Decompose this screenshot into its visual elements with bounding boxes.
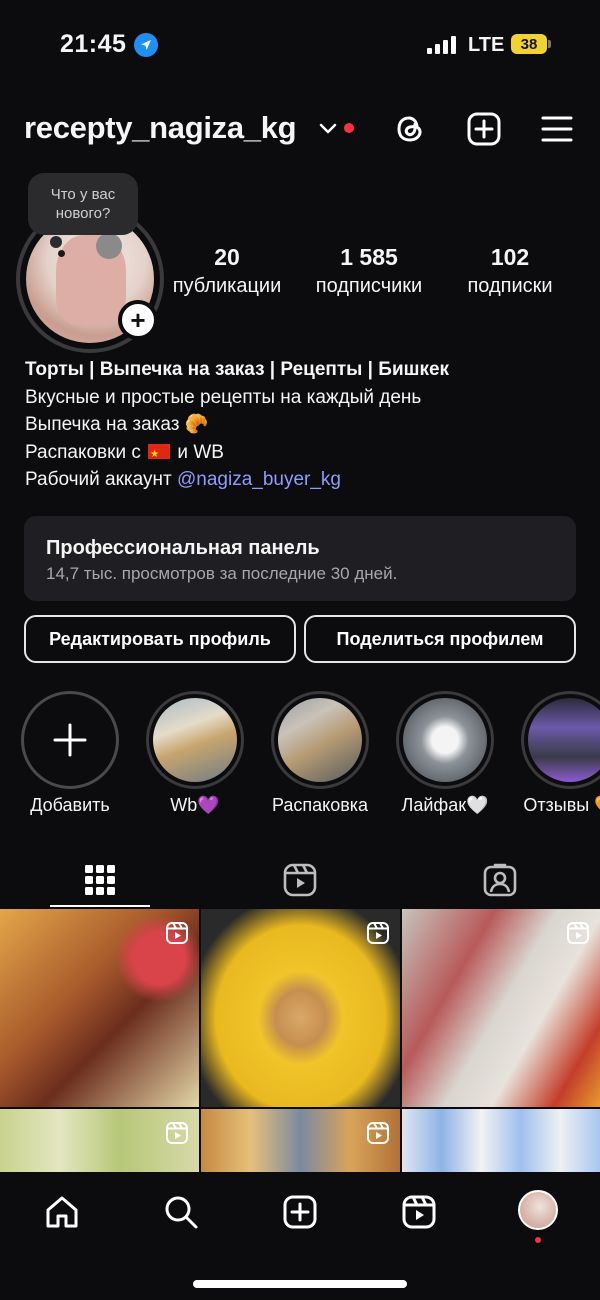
home-indicator[interactable] (193, 1280, 407, 1288)
threads-icon[interactable] (391, 110, 429, 148)
dashboard-subtitle: 14,7 тыс. просмотров за последние 30 дне… (46, 564, 398, 583)
followers-number: 1 585 (340, 244, 398, 270)
post-thumbnail[interactable] (402, 909, 600, 1107)
account-switcher[interactable]: recepty_nagiza_kg (24, 110, 297, 146)
highlight-image (278, 698, 362, 782)
highlight-label: Отзывы 🧡 (523, 795, 600, 815)
bio-line: Распаковки с и WB (25, 439, 585, 469)
search-icon (165, 1196, 198, 1229)
reel-icon (166, 922, 188, 944)
highlight-unboxing[interactable]: Распаковка (270, 691, 370, 816)
bubble-tail-small (58, 250, 65, 257)
post-thumbnail[interactable] (402, 1109, 600, 1172)
reel-icon (367, 1122, 389, 1144)
reel-icon (166, 1122, 188, 1144)
highlight-cover (396, 691, 494, 789)
tab-grid[interactable] (0, 853, 200, 907)
mention-link[interactable]: @nagiza_buyer_kg (177, 469, 341, 490)
notification-dot (535, 1237, 541, 1243)
grid-icon (85, 865, 115, 895)
share-profile-button[interactable]: Поделиться профилем (304, 615, 576, 663)
add-highlight-circle (21, 691, 119, 789)
signal-icon (427, 36, 459, 54)
post-thumbnail[interactable] (201, 1109, 400, 1172)
bio-title: Торты | Выпечка на заказ | Рецепты | Биш… (25, 359, 450, 380)
story-note-bubble[interactable]: Что у вас нового? (28, 173, 138, 235)
professional-dashboard[interactable]: Профессиональная панель 14,7 тыс. просмо… (24, 516, 576, 601)
bio-line: Рабочий аккаунт @nagiza_buyer_kg (25, 466, 585, 494)
highlight-image (403, 698, 487, 782)
create-icon (283, 1195, 317, 1229)
highlight-cover (521, 691, 600, 789)
chevron-down-icon[interactable] (318, 122, 338, 136)
highlight-cover (146, 691, 244, 789)
active-tab-indicator (50, 905, 150, 907)
bio-text: и WB (177, 441, 224, 463)
add-story-button[interactable]: + (118, 300, 158, 340)
posts-number: 20 (214, 244, 240, 270)
nav-profile-avatar[interactable] (518, 1190, 558, 1230)
network-type: LTE (468, 34, 505, 56)
notification-dot (344, 123, 354, 133)
reel-icon (367, 922, 389, 944)
plus-icon (53, 723, 87, 757)
posts-count[interactable]: 20 публикации (167, 244, 287, 298)
nav-home[interactable] (42, 1192, 82, 1232)
bio-text: Рабочий аккаунт (25, 469, 172, 490)
post-thumbnail[interactable] (0, 1109, 199, 1172)
location-arrow-icon (134, 33, 158, 57)
china-flag-icon (148, 441, 171, 468)
tab-tagged[interactable] (400, 853, 600, 907)
highlight-label: Распаковка (271, 795, 369, 815)
bio-line: Вкусные и простые рецепты на каждый день (25, 386, 422, 408)
posts-label: публикации (172, 275, 282, 297)
following-number: 102 (490, 244, 530, 270)
post-thumbnail[interactable] (201, 909, 400, 1107)
nav-reels[interactable] (399, 1192, 439, 1232)
profile-bio: Торты | Выпечка на заказ | Рецепты | Биш… (25, 356, 585, 494)
edit-profile-button[interactable]: Редактировать профиль (24, 615, 296, 663)
nav-search[interactable] (161, 1192, 201, 1232)
highlight-image (153, 698, 237, 782)
bio-line: Выпечка на заказ 🥐 (25, 414, 209, 435)
menu-icon[interactable] (538, 110, 576, 148)
tagged-person-icon (483, 863, 517, 897)
reels-icon (283, 863, 317, 897)
highlight-label: Добавить (30, 795, 110, 815)
bio-text: Распаковки с (25, 441, 141, 463)
highlight-cover (271, 691, 369, 789)
highlight-label: Лайфак🤍 (401, 795, 489, 815)
highlight-reviews[interactable]: Отзывы 🧡 (520, 691, 600, 816)
highlight-add[interactable]: Добавить (20, 691, 120, 816)
reel-icon (567, 922, 589, 944)
create-post-icon[interactable] (465, 110, 503, 148)
highlight-lifehack[interactable]: Лайфак🤍 (395, 691, 495, 816)
status-time: 21:45 (60, 30, 127, 58)
tab-reels[interactable] (200, 853, 400, 907)
battery-tip (548, 40, 551, 48)
bubble-tail (50, 236, 62, 248)
highlight-label: Wb💜 (170, 795, 220, 815)
followers-count[interactable]: 1 585 подписчики (303, 244, 435, 298)
highlight-wb[interactable]: Wb💜 (145, 691, 245, 816)
following-label: подписки (467, 275, 553, 297)
post-thumbnail[interactable] (0, 909, 199, 1107)
highlight-image (528, 698, 600, 782)
home-icon (46, 1196, 78, 1228)
reels-icon (402, 1195, 436, 1229)
nav-create[interactable] (280, 1192, 320, 1232)
battery-icon: 38 (511, 34, 547, 54)
following-count[interactable]: 102 подписки (455, 244, 565, 298)
dashboard-title: Профессиональная панель (46, 537, 320, 559)
followers-label: подписчики (315, 275, 423, 297)
